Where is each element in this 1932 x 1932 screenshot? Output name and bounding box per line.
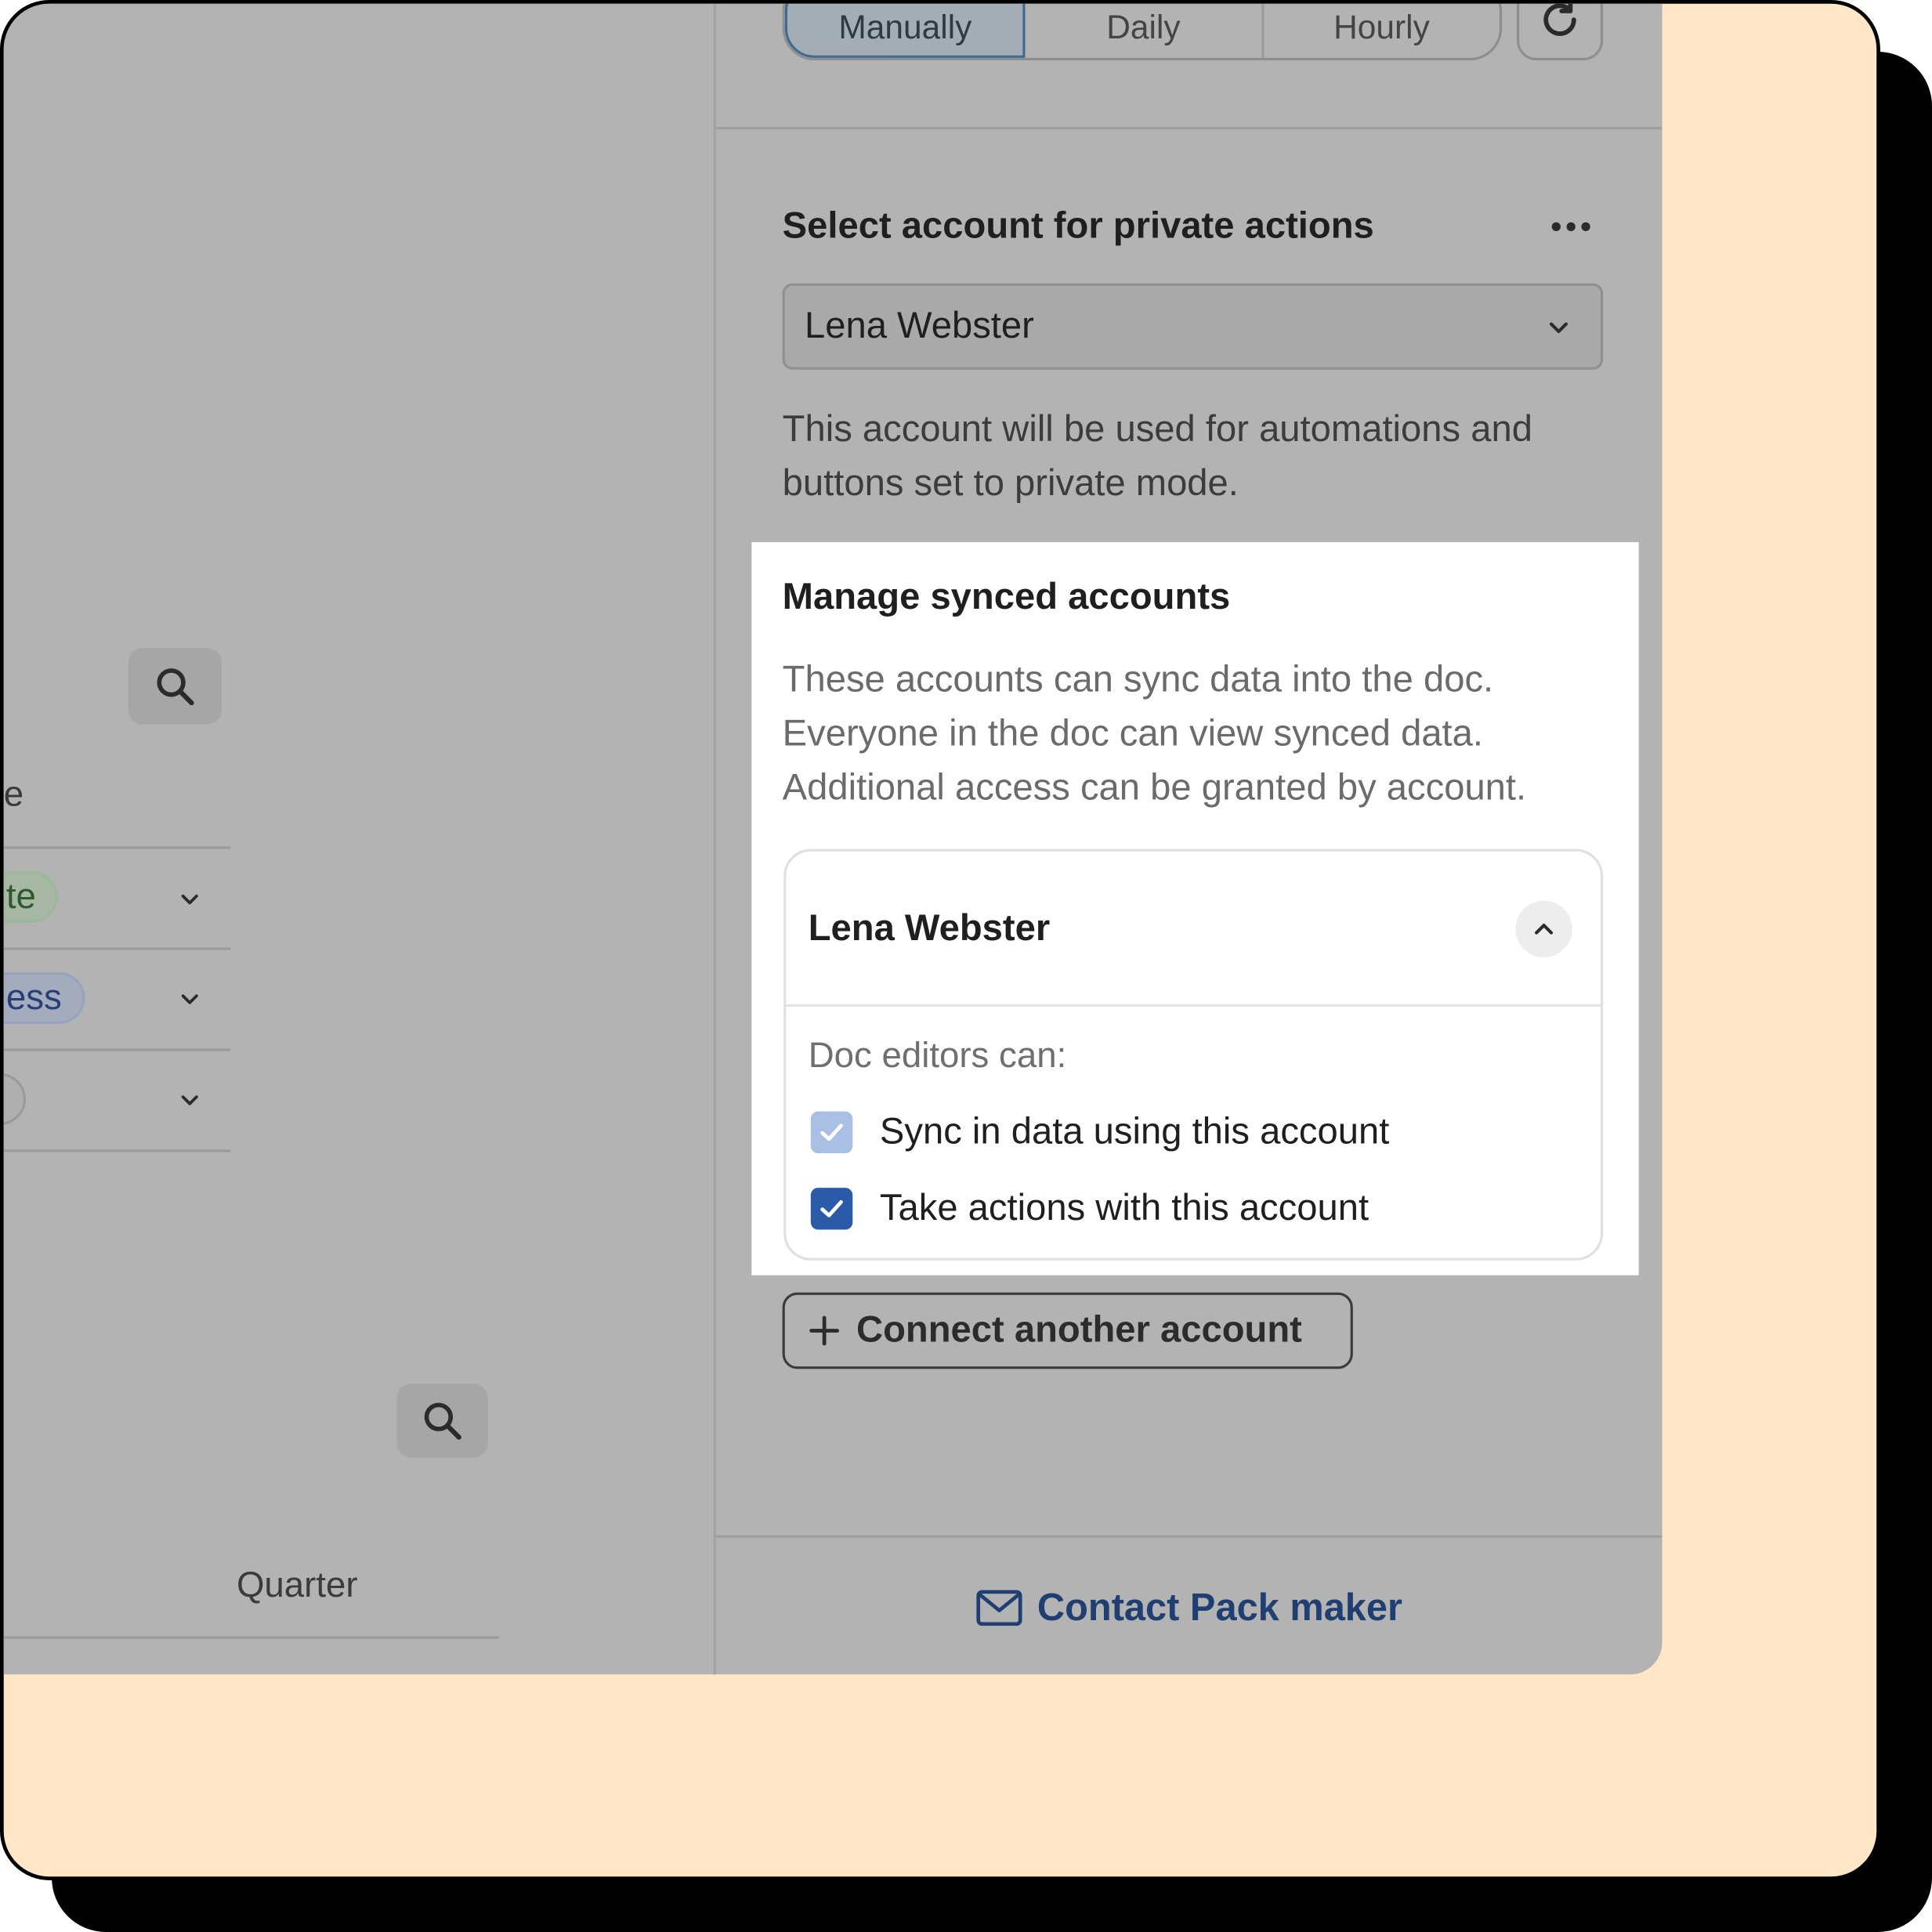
connect-account-button[interactable]: Connect another account bbox=[782, 1292, 1353, 1369]
sync-permission-label: Sync in data using this account bbox=[879, 1111, 1390, 1152]
more-horizontal-icon bbox=[1551, 222, 1590, 232]
column-header-quarter: Quarter bbox=[236, 1565, 358, 1606]
sync-option-manually[interactable]: Manually bbox=[784, 3, 1026, 58]
status-pill-empty bbox=[3, 1073, 27, 1125]
search-button[interactable] bbox=[128, 648, 223, 725]
footer-divider bbox=[715, 1535, 1662, 1538]
sync-permission-checkbox[interactable] bbox=[810, 1111, 853, 1154]
sync-frequency-control: Manually Daily Hourly bbox=[782, 3, 1503, 61]
screenshot-frame: e te ess Quarter Manually Daily Hourly S… bbox=[0, 0, 1880, 1880]
row-divider bbox=[3, 947, 231, 950]
chevron-down-icon[interactable] bbox=[176, 986, 204, 1013]
connect-account-label: Connect another account bbox=[856, 1309, 1302, 1351]
status-pill: ess bbox=[3, 971, 85, 1024]
sync-option-daily[interactable]: Daily bbox=[1026, 3, 1264, 58]
sync-option-hourly[interactable]: Hourly bbox=[1264, 4, 1500, 58]
permission-sync-row: Sync in data using this account bbox=[810, 1111, 1390, 1154]
app-window: e te ess Quarter Manually Daily Hourly S… bbox=[3, 3, 1662, 1675]
editors-label: Doc editors can: bbox=[808, 1036, 1067, 1076]
chevron-up-icon bbox=[1535, 924, 1554, 935]
mail-icon bbox=[975, 1590, 1022, 1626]
background-doc-area: e te ess Quarter bbox=[3, 4, 715, 1675]
refresh-icon bbox=[1543, 3, 1576, 36]
search-button[interactable] bbox=[396, 1384, 488, 1458]
panel-divider bbox=[713, 3, 716, 1675]
chevron-down-icon[interactable] bbox=[176, 886, 204, 914]
private-actions-title: Select account for private actions bbox=[782, 205, 1374, 247]
column-header-partial: e bbox=[3, 775, 24, 815]
search-icon bbox=[424, 1402, 461, 1440]
synced-accounts-title: Manage synced accounts bbox=[782, 577, 1231, 617]
check-icon bbox=[820, 1123, 843, 1141]
status-pill: te bbox=[3, 870, 58, 923]
synced-accounts-description: These accounts can sync data into the do… bbox=[782, 659, 1527, 809]
plus-icon bbox=[807, 1314, 841, 1348]
chevron-down-icon[interactable] bbox=[176, 1087, 204, 1114]
selected-account-value: Lena Webster bbox=[804, 306, 1034, 346]
collapse-account-button[interactable] bbox=[1515, 900, 1572, 957]
check-icon bbox=[820, 1199, 843, 1217]
chevron-down-icon bbox=[1549, 322, 1568, 334]
row-divider bbox=[3, 1149, 231, 1152]
refresh-button[interactable] bbox=[1516, 3, 1604, 61]
contact-pack-maker-link[interactable]: Contact Pack maker bbox=[716, 1568, 1662, 1648]
private-actions-help: This account will be used for automation… bbox=[782, 409, 1532, 505]
actions-permission-checkbox[interactable] bbox=[810, 1188, 853, 1230]
account-name: Lena Webster bbox=[808, 908, 1051, 949]
account-card: Lena Webster Doc editors can: Sync in da… bbox=[783, 848, 1604, 1261]
card-divider bbox=[786, 1004, 1601, 1007]
actions-permission-label: Take actions with this account bbox=[879, 1188, 1369, 1228]
search-icon bbox=[157, 668, 194, 706]
row-divider bbox=[3, 1636, 499, 1639]
private-account-select[interactable]: Lena Webster bbox=[782, 283, 1604, 370]
more-options-button[interactable] bbox=[1544, 208, 1598, 245]
row-divider bbox=[3, 1048, 231, 1051]
section-divider bbox=[715, 126, 1662, 130]
permission-actions-row: Take actions with this account bbox=[810, 1188, 1369, 1230]
contact-pack-maker-label: Contact Pack maker bbox=[1037, 1586, 1403, 1630]
row-divider bbox=[3, 846, 231, 849]
